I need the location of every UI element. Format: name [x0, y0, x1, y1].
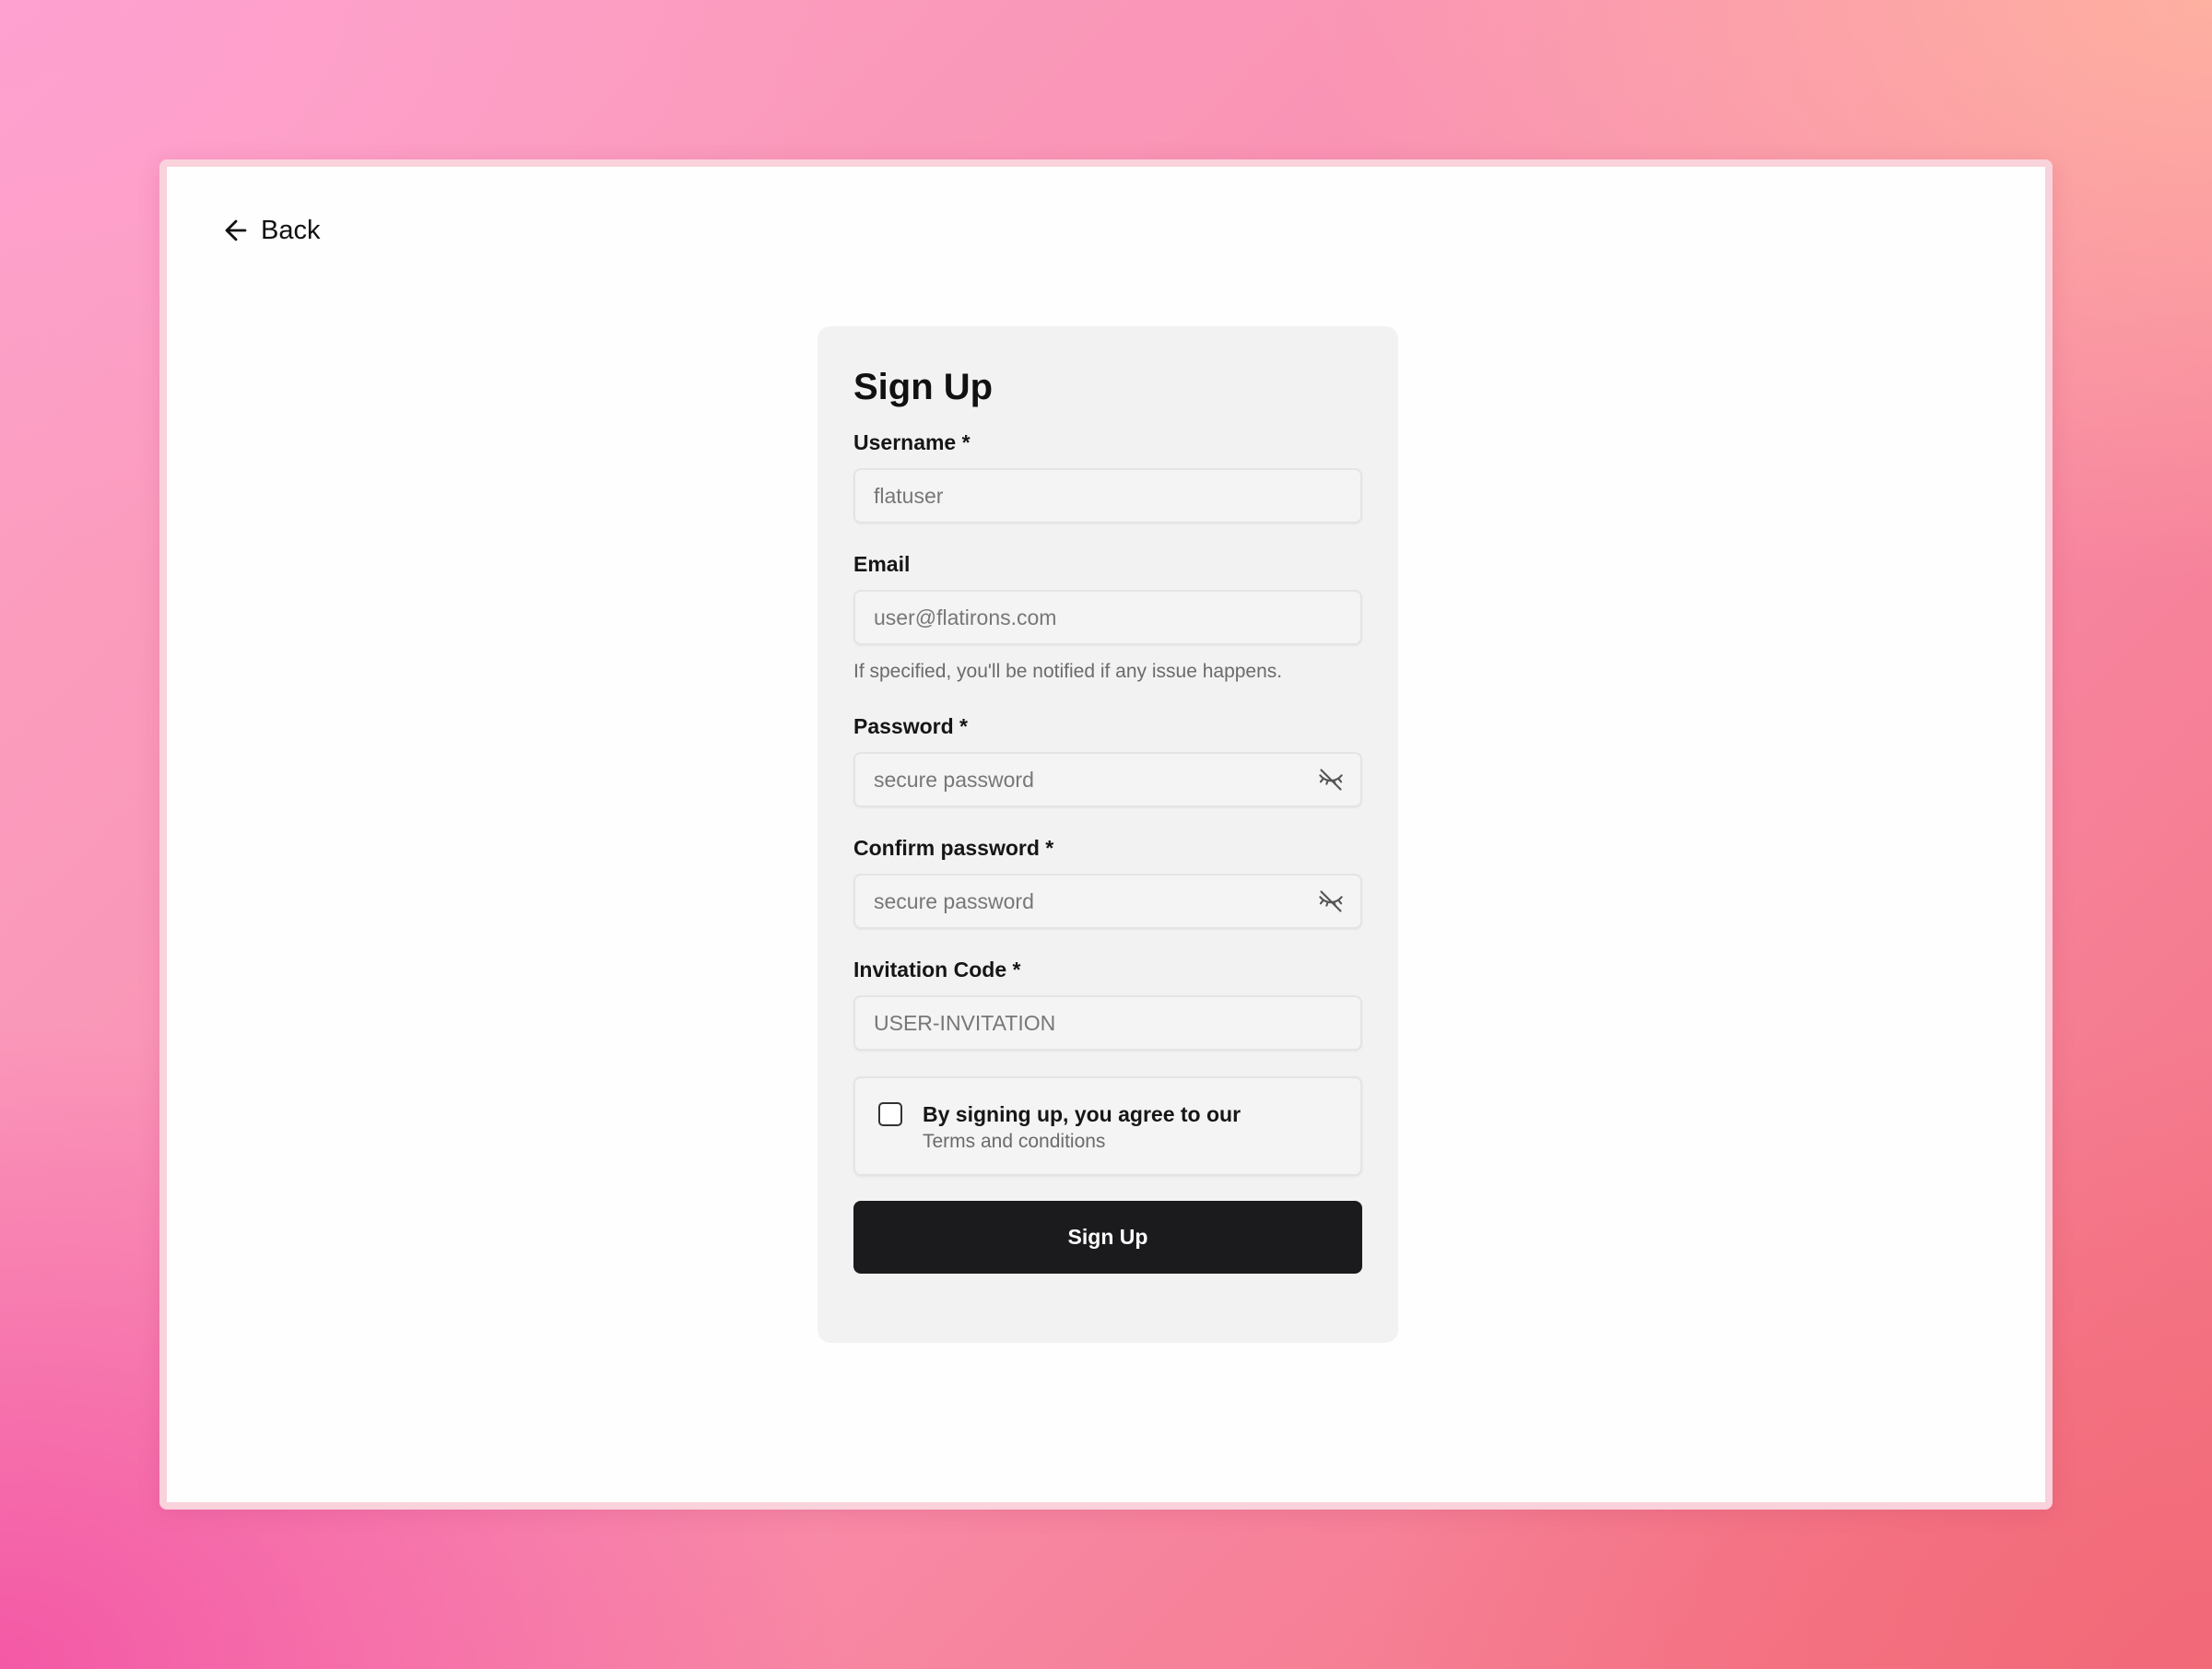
username-label: Username * — [853, 430, 971, 454]
username-placeholder: flatuser — [874, 483, 944, 508]
email-hint: If specified, you'll be notified if any … — [853, 661, 1283, 682]
sign-up-button[interactable]: Sign Up — [853, 1201, 1362, 1274]
terms-label: By signing up, you agree to our — [923, 1102, 1241, 1126]
arrow-left-icon — [220, 215, 252, 246]
eye-off-icon[interactable] — [1318, 767, 1344, 793]
username-input[interactable]: flatuser — [853, 468, 1362, 523]
app-window: Back Sign Up Username * flatuser Email u… — [159, 159, 2053, 1510]
invitation-code-input[interactable]: USER-INVITATION — [853, 995, 1362, 1051]
password-placeholder: secure password — [874, 767, 1034, 792]
signup-card: Sign Up Username * flatuser Email user@f… — [818, 326, 1398, 1343]
email-placeholder: user@flatirons.com — [874, 605, 1057, 629]
invitation-code-label: Invitation Code * — [853, 958, 1021, 981]
eye-off-icon[interactable] — [1318, 888, 1344, 914]
password-label: Password * — [853, 714, 968, 738]
email-input[interactable]: user@flatirons.com — [853, 590, 1362, 645]
invitation-code-placeholder: USER-INVITATION — [874, 1010, 1056, 1035]
form-title: Sign Up — [853, 367, 994, 407]
confirm-password-input[interactable]: secure password — [853, 874, 1362, 929]
back-label: Back — [261, 215, 321, 245]
confirm-password-label: Confirm password * — [853, 836, 1054, 860]
terms-link[interactable]: Terms and conditions — [923, 1130, 1105, 1154]
terms-box: By signing up, you agree to our Terms an… — [853, 1076, 1362, 1176]
email-label: Email — [853, 552, 911, 576]
back-link[interactable]: Back — [220, 215, 320, 246]
password-input[interactable]: secure password — [853, 752, 1362, 807]
confirm-password-placeholder: secure password — [874, 888, 1034, 913]
terms-checkbox[interactable] — [878, 1102, 902, 1126]
